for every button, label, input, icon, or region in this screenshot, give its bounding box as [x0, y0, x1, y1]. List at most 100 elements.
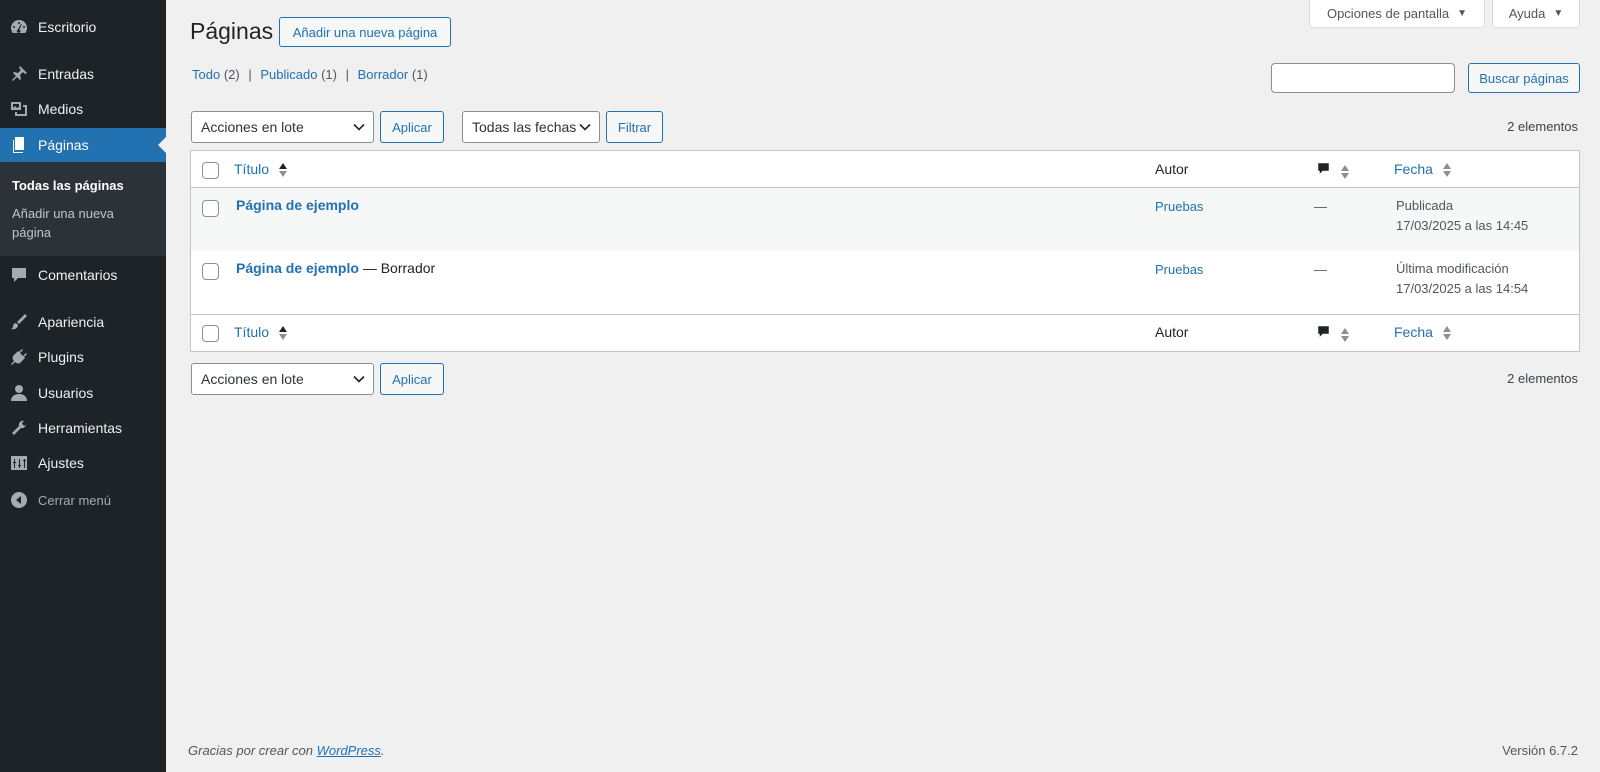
- submenu-all-pages[interactable]: Todas las páginas: [12, 176, 124, 195]
- column-title-footer[interactable]: Título: [234, 324, 287, 341]
- chevron-down-icon: [353, 375, 365, 383]
- menu-item-herramientas[interactable]: Herramientas: [0, 411, 166, 445]
- search-pages-button[interactable]: Buscar páginas: [1468, 63, 1580, 93]
- row-comments: —: [1314, 199, 1327, 214]
- menu-label: Usuarios: [38, 385, 94, 401]
- column-title-header[interactable]: Título: [234, 161, 287, 178]
- column-comments-footer[interactable]: [1316, 324, 1349, 343]
- bulk-actions-select-top[interactable]: Acciones en lote: [191, 111, 374, 143]
- comment-icon: [9, 265, 29, 285]
- menu-item-comentarios[interactable]: Comentarios: [0, 258, 166, 292]
- row-author-link[interactable]: Pruebas: [1155, 199, 1203, 214]
- bulk-actions-value: Acciones en lote: [201, 119, 304, 135]
- menu-label: Ajustes: [38, 455, 84, 471]
- user-icon: [9, 383, 29, 403]
- select-all-checkbox[interactable]: [202, 162, 219, 179]
- wordpress-link[interactable]: WordPress: [317, 743, 381, 758]
- row-title-link[interactable]: Página de ejemplo: [236, 260, 359, 276]
- screen-options-button[interactable]: Opciones de pantalla ▼: [1309, 0, 1485, 28]
- column-date-footer[interactable]: Fecha: [1394, 324, 1451, 341]
- pin-icon: [9, 64, 29, 84]
- table-header: Título Autor Fecha: [191, 151, 1579, 188]
- footer-thanks-suffix: .: [380, 743, 385, 758]
- column-date-label[interactable]: Fecha: [1394, 324, 1433, 340]
- sort-asc-icon: [278, 325, 287, 341]
- media-icon: [9, 99, 29, 119]
- chevron-down-icon: [579, 123, 591, 131]
- bulk-actions-value: Acciones en lote: [201, 371, 304, 387]
- status-filter-links: Todo (2) | Publicado (1) | Borrador (1): [192, 67, 428, 82]
- menu-item-usuarios[interactable]: Usuarios: [0, 376, 166, 410]
- row-checkbox[interactable]: [202, 200, 219, 217]
- menu-label: Medios: [38, 101, 84, 117]
- wrench-icon: [9, 418, 29, 438]
- menu-item-medios[interactable]: Medios: [0, 92, 166, 126]
- filter-all-link[interactable]: Todo: [192, 67, 220, 82]
- column-comments-header[interactable]: [1316, 161, 1349, 180]
- collapse-label: Cerrar menú: [38, 492, 111, 508]
- select-all-checkbox-bottom[interactable]: [202, 325, 219, 342]
- sort-icon: [1340, 327, 1349, 343]
- sort-asc-icon: [278, 162, 287, 178]
- filter-published-link[interactable]: Publicado: [260, 67, 317, 82]
- column-title-label[interactable]: Título: [234, 324, 269, 340]
- filter-button[interactable]: Filtrar: [606, 111, 663, 143]
- filter-all-count: (2): [223, 67, 240, 82]
- footer-version: Versión 6.7.2: [1502, 743, 1578, 758]
- submenu-add-new-line2[interactable]: página: [12, 223, 51, 242]
- footer-thanks: Gracias por crear con WordPress.: [188, 743, 385, 758]
- help-label: Ayuda: [1508, 6, 1546, 21]
- menu-label: Herramientas: [38, 420, 123, 436]
- filter-separator: |: [345, 67, 349, 82]
- menu-label: Escritorio: [38, 19, 97, 35]
- comment-bubble-icon: [1316, 163, 1331, 179]
- menu-label: Comentarios: [38, 267, 118, 283]
- dates-filter-select[interactable]: Todas las fechas: [462, 111, 600, 143]
- sort-icon: [1442, 162, 1451, 178]
- page-icon: [9, 135, 29, 155]
- menu-item-plugins[interactable]: Plugins: [0, 340, 166, 374]
- row-title-cell: Página de ejemplo: [236, 197, 359, 213]
- table-footer: Título Autor Fecha: [191, 314, 1579, 351]
- apply-button-top[interactable]: Aplicar: [380, 111, 444, 143]
- post-state: — Borrador: [362, 260, 436, 276]
- dropdown-arrow-icon: ▼: [1457, 8, 1468, 19]
- row-date-cell: Última modificación 17/03/2025 a las 14:…: [1396, 259, 1528, 299]
- collapse-menu-button[interactable]: Cerrar menú: [0, 483, 166, 517]
- menu-item-ajustes[interactable]: Ajustes: [0, 446, 166, 480]
- row-date-cell: Publicada 17/03/2025 a las 14:45: [1396, 196, 1528, 236]
- add-new-page-button[interactable]: Añadir una nueva página: [279, 17, 451, 47]
- column-title-label[interactable]: Título: [234, 161, 269, 177]
- menu-item-apariencia[interactable]: Apariencia: [0, 305, 166, 339]
- row-checkbox[interactable]: [202, 263, 219, 280]
- column-author-footer: Autor: [1155, 324, 1189, 340]
- help-button[interactable]: Ayuda ▼: [1492, 0, 1580, 28]
- search-input[interactable]: [1271, 63, 1455, 93]
- menu-label: Páginas: [38, 137, 89, 153]
- dropdown-arrow-icon: ▼: [1553, 8, 1564, 19]
- apply-button-bottom[interactable]: Aplicar: [380, 363, 444, 395]
- row-title-link[interactable]: Página de ejemplo: [236, 197, 359, 213]
- dates-filter-value: Todas las fechas: [472, 119, 577, 135]
- submenu-add-new[interactable]: Añadir una nueva: [12, 204, 114, 223]
- menu-label: Plugins: [38, 349, 84, 365]
- filter-separator: |: [248, 67, 252, 82]
- page-title: Páginas: [190, 18, 274, 44]
- menu-item-entradas[interactable]: Entradas: [0, 57, 166, 91]
- filter-draft-link[interactable]: Borrador: [358, 67, 409, 82]
- row-date-value: 17/03/2025 a las 14:54: [1396, 281, 1529, 296]
- comment-bubble-icon: [1316, 326, 1331, 342]
- column-date-label[interactable]: Fecha: [1394, 161, 1433, 177]
- filter-draft-count: (1): [411, 67, 428, 82]
- menu-item-escritorio[interactable]: Escritorio: [0, 10, 166, 44]
- row-date-status: Publicada: [1396, 198, 1454, 213]
- table-row: Página de ejemplo Pruebas — Publicada 17…: [191, 188, 1579, 251]
- bulk-actions-select-bottom[interactable]: Acciones en lote: [191, 363, 374, 395]
- filter-published-count: (1): [321, 67, 337, 82]
- menu-label: Apariencia: [38, 314, 105, 330]
- column-date-header[interactable]: Fecha: [1394, 161, 1451, 178]
- settings-icon: [9, 453, 29, 473]
- row-author-link[interactable]: Pruebas: [1155, 262, 1203, 277]
- menu-item-paginas[interactable]: Páginas: [0, 128, 166, 162]
- column-author-header: Autor: [1155, 161, 1189, 177]
